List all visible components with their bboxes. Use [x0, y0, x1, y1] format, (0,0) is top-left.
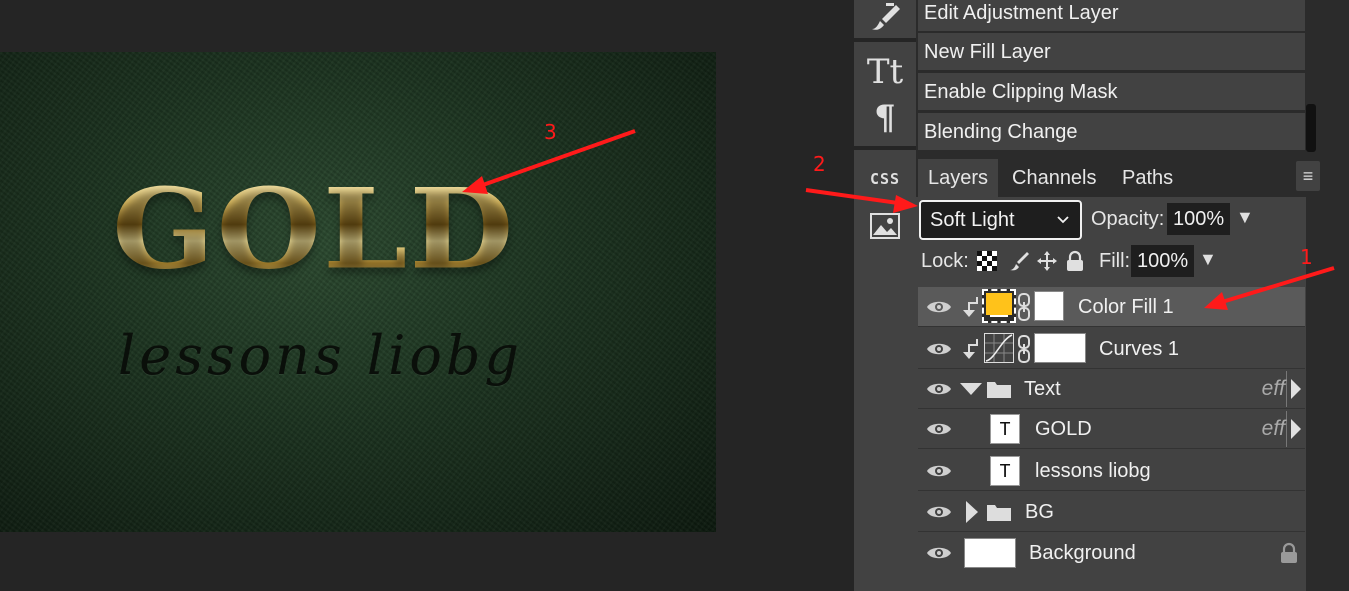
eye-icon[interactable]: [926, 419, 952, 444]
history-list: Edit Adjustment Layer New Fill Layer Ena…: [916, 0, 1306, 152]
clipping-arrow-icon: [960, 337, 980, 366]
panel-menu-button[interactable]: ≡: [1296, 161, 1320, 191]
tool-strip: Tt ¶ CSS: [854, 0, 916, 591]
eye-icon[interactable]: [926, 461, 952, 486]
fill-input[interactable]: 100%: [1131, 245, 1195, 277]
layer-row-background[interactable]: Background: [918, 533, 1305, 573]
lock-all-icon[interactable]: [1064, 250, 1086, 277]
lock-transparency-icon[interactable]: [976, 250, 998, 277]
layer-name: GOLD: [1035, 418, 1092, 440]
lock-pixels-brush-icon[interactable]: [1008, 250, 1030, 277]
brush-icon[interactable]: [854, 0, 916, 36]
panel-tabs: Layers Channels Paths: [916, 155, 1326, 197]
layer-row-lessons[interactable]: T lessons liobg: [918, 451, 1305, 491]
lock-icon: [1278, 542, 1300, 569]
expand-right-icon[interactable]: [966, 501, 978, 523]
layer-row-bg-group[interactable]: BG: [918, 492, 1305, 532]
layer-row-color-fill[interactable]: Color Fill 1: [918, 287, 1305, 327]
layer-row-curves[interactable]: Curves 1: [918, 329, 1305, 369]
link-chain-icon: [1018, 293, 1030, 326]
curves-icon[interactable]: [984, 333, 1014, 363]
eye-icon[interactable]: [926, 502, 952, 527]
tab-channels[interactable]: Channels: [1002, 159, 1107, 197]
lock-position-move-icon[interactable]: [1036, 250, 1058, 277]
tab-layers[interactable]: Layers: [918, 159, 999, 197]
history-item[interactable]: Enable Clipping Mask: [918, 73, 1305, 111]
blend-mode-select[interactable]: Soft Light: [919, 200, 1082, 240]
effects-expand-icon[interactable]: [1291, 419, 1301, 439]
expand-down-icon[interactable]: [960, 383, 982, 395]
lock-label: Lock:: [921, 250, 969, 272]
link-chain-icon: [1018, 335, 1030, 368]
annotation-number-3: 3: [544, 120, 557, 144]
history-scrollbar[interactable]: [1306, 104, 1316, 152]
eye-icon[interactable]: [926, 339, 952, 364]
text-layer-thumbnail[interactable]: T: [990, 456, 1020, 486]
history-item[interactable]: Edit Adjustment Layer: [918, 0, 1305, 32]
folder-icon: [986, 502, 1012, 527]
layer-row-gold[interactable]: T GOLD eff: [918, 409, 1305, 449]
background-thumbnail[interactable]: [964, 538, 1016, 568]
chevron-down-icon: [1056, 202, 1070, 252]
layer-mask-thumbnail[interactable]: [1034, 333, 1086, 363]
effects-label[interactable]: eff: [1262, 409, 1285, 449]
effects-label[interactable]: eff: [1262, 369, 1285, 409]
layer-name: Color Fill 1: [1078, 296, 1174, 318]
eye-icon[interactable]: [926, 543, 952, 568]
text-tool-icon[interactable]: Tt: [854, 52, 916, 92]
annotation-number-1: 1: [1300, 245, 1313, 269]
tab-paths[interactable]: Paths: [1112, 159, 1183, 197]
css-icon[interactable]: CSS: [854, 166, 916, 192]
layer-row-text-group[interactable]: Text eff: [918, 369, 1305, 409]
blend-mode-value: Soft Light: [930, 209, 1015, 231]
folder-icon: [986, 379, 1012, 404]
clipping-arrow-icon: [960, 295, 980, 324]
layer-name: BG: [1025, 501, 1054, 523]
fill-layer-thumbnail[interactable]: [982, 289, 1016, 323]
layer-name: Background: [1029, 542, 1136, 564]
text-layer-thumbnail[interactable]: T: [990, 414, 1020, 444]
fill-label: Fill:: [1099, 250, 1131, 272]
eye-icon[interactable]: [926, 297, 952, 322]
gold-headline-text: GOLD: [112, 164, 516, 295]
history-item[interactable]: Blending Change: [918, 113, 1305, 151]
document-canvas[interactable]: GOLD lessons liobg: [0, 52, 716, 532]
layer-name: Curves 1: [1099, 338, 1180, 360]
canvas-area[interactable]: GOLD lessons liobg: [0, 0, 854, 591]
opacity-label: Opacity:: [1091, 208, 1165, 230]
effects-expand-icon[interactable]: [1291, 379, 1301, 399]
history-item[interactable]: New Fill Layer: [918, 33, 1305, 71]
script-text: lessons liobg: [118, 324, 524, 387]
layer-mask-thumbnail[interactable]: [1034, 291, 1064, 321]
paragraph-icon[interactable]: ¶: [854, 98, 916, 138]
opacity-dropdown-icon[interactable]: ▼: [1236, 207, 1254, 228]
layers-panel: Soft Light Opacity: 100% ▼ Lock: Fill: 1…: [916, 197, 1306, 591]
layer-name: lessons liobg: [1035, 460, 1151, 482]
opacity-input[interactable]: 100%: [1167, 203, 1231, 235]
menu-icon: ≡: [1302, 165, 1314, 186]
layer-name: Text: [1024, 378, 1061, 400]
image-icon[interactable]: [854, 210, 916, 242]
fill-dropdown-icon[interactable]: ▼: [1199, 249, 1217, 270]
right-panel: Edit Adjustment Layer New Fill Layer Ena…: [916, 0, 1349, 591]
annotation-number-2: 2: [813, 152, 826, 176]
eye-icon[interactable]: [926, 379, 952, 404]
fill-color-swatch: [986, 293, 1012, 315]
